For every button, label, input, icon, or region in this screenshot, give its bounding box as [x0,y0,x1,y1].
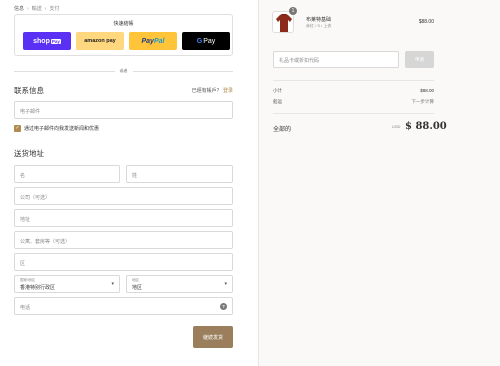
quantity-badge: 1 [289,7,297,15]
breadcrumb-payment: 支付 [49,6,60,12]
shop-pay-badge: Pay [50,38,61,44]
paypal-button[interactable]: Pay Pal [129,32,177,50]
first-name-placeholder: 名 [20,173,26,179]
district-placeholder: 区 [20,261,26,267]
express-checkout-title: 快速結帳 [113,21,134,27]
subtotal-value: $88.00 [420,88,434,93]
paypal-label-pal: Pal [153,37,165,45]
login-prompt: 已經有帳戶？ 登录 [192,87,233,94]
breadcrumb: 信息 › 輸送 › 支付 [14,5,60,13]
subtotal-row: 小计 $88.00 [273,88,434,94]
newsletter-checkbox[interactable]: ✓ [14,125,21,132]
login-prompt-text: 已經有帳戶？ [191,88,222,94]
divider [273,80,434,81]
country-select[interactable]: 国家/地区 香港特别行政区 ▾ [14,275,120,293]
or-text: 或者 [119,68,128,73]
region-value: 地区 [132,285,143,291]
product-price: $88.00 [418,19,434,25]
total-value: $ 88.00 [405,121,447,132]
chevron-right-icon: › [44,5,47,12]
shop-pay-button[interactable]: shop Pay [23,32,71,50]
shipping-row: 船运 下一步计算 [273,99,434,105]
google-pay-label: Pay [203,37,216,45]
newsletter-option[interactable]: ✓ 通过电子邮件向我发送新闻和优惠 [14,125,99,132]
apartment-placeholder: 公寓、套房等（可选） [20,239,71,245]
product-name: 布莱特基础 [306,17,332,23]
breadcrumb-info[interactable]: 信息 [14,5,24,12]
cart-item: 1 布莱特基础 赤红 / S / 上衣 $88.00 [272,7,434,35]
breadcrumb-shipping: 輸送 [31,6,42,12]
chevron-down-icon: ▾ [224,281,227,287]
divider [273,113,434,114]
express-checkout: 快速結帳 shop Pay amazon pay Pay Pal G Pay [14,14,233,56]
discount-code-input[interactable]: 礼品卡或折扣代码 [273,51,399,68]
apply-discount-button[interactable]: 申请 [405,51,434,68]
amazon-pay-label: amazon pay [84,38,116,44]
address-placeholder: 地址 [20,217,31,223]
region-label: 地区 [132,278,139,282]
country-label: 国家/地区 [20,278,35,282]
paypal-label-pay: Pay [141,37,154,45]
contact-section-title: 联系信息 [14,86,44,95]
district-field[interactable]: 区 [14,253,233,271]
chevron-right-icon: › [27,5,29,12]
shipping-value: 下一步计算 [411,99,435,104]
company-field[interactable]: 公司（可选） [14,187,233,205]
divider-line [132,70,233,72]
address-field[interactable]: 地址 [14,209,233,227]
email-field[interactable]: 电子邮件 [14,101,233,119]
last-name-placeholder: 姓 [132,173,138,179]
shipping-section-title: 送货地址 [14,149,44,158]
checkout-main: 信息 › 輸送 › 支付 快速結帳 shop Pay amazon pay Pa… [0,0,258,366]
email-placeholder: 电子邮件 [20,109,41,115]
chevron-down-icon: ▾ [111,281,114,287]
newsletter-label: 通过电子邮件向我发送新闻和优惠 [24,126,100,132]
last-name-field[interactable]: 姓 [126,165,233,183]
phone-field[interactable]: 电话 ? [14,297,233,315]
region-select[interactable]: 地区 地区 ▾ [126,275,233,293]
company-placeholder: 公司（可选） [20,195,51,201]
amazon-pay-button[interactable]: amazon pay [76,32,124,50]
discount-placeholder: 礼品卡或折扣代码 [279,58,320,64]
sweater-icon [276,13,292,32]
subtotal-label: 小计 [273,88,282,93]
total-currency: USD [392,124,401,129]
country-value: 香港特别行政区 [20,285,56,291]
product-variant: 赤红 / S / 上衣 [306,23,332,28]
checkmark-icon: ✓ [15,125,20,131]
google-g-icon: G [196,37,203,45]
shipping-label: 船运 [273,99,282,104]
shop-pay-label: shop [33,37,50,45]
google-pay-button[interactable]: G Pay [182,32,230,50]
express-pay-buttons: shop Pay amazon pay Pay Pal G Pay [23,32,230,50]
divider-line [14,70,115,72]
login-link[interactable]: 登录 [223,88,233,94]
phone-placeholder: 电话 [20,305,31,311]
or-divider: 或者 [14,68,233,74]
total-label: 全部的 [273,127,292,133]
question-circle-icon[interactable]: ? [220,303,227,310]
apartment-field[interactable]: 公寓、套房等（可选） [14,231,233,249]
continue-to-shipping-button[interactable]: 継続发货 [193,326,233,348]
first-name-field[interactable]: 名 [14,165,120,183]
